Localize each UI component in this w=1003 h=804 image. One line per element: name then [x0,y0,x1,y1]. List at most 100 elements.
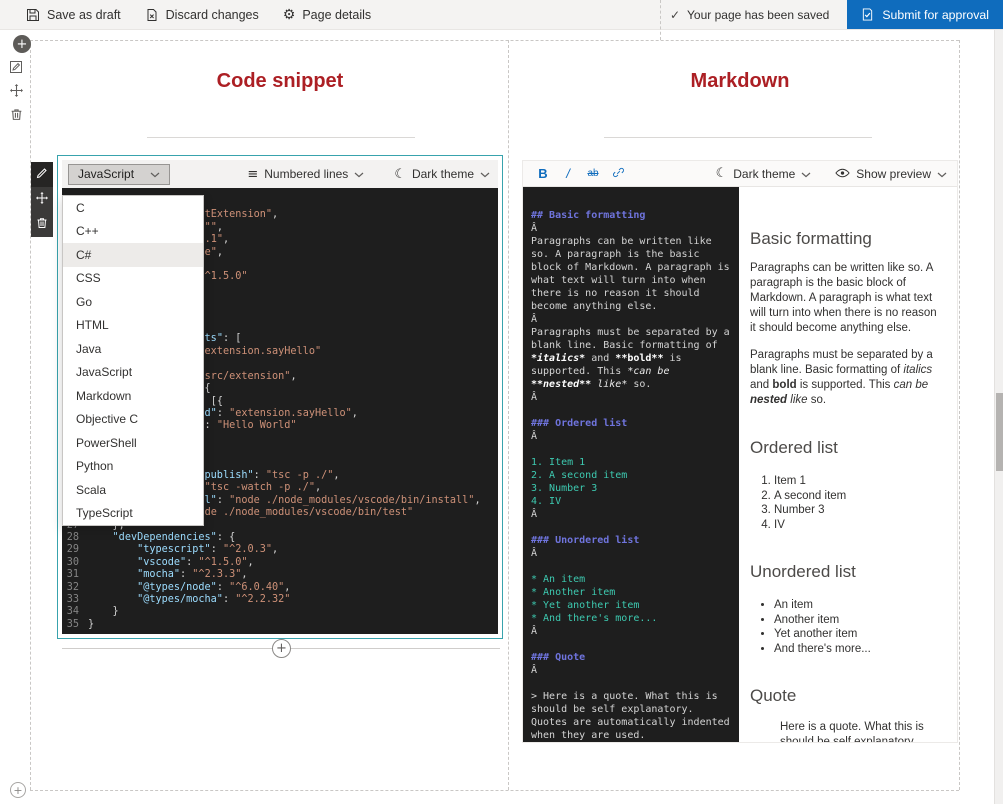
trash-icon [36,217,48,232]
markdown-source-line: ### Unordered list [531,534,731,547]
hyperlink-button[interactable] [608,164,628,184]
preview-list-item: And there's more... [774,642,945,657]
markdown-source-line: 1. Item 1 [531,456,731,469]
save-as-draft-label: Save as draft [47,8,121,22]
markdown-source-line: Â [531,430,731,443]
markdown-source-line [531,560,731,573]
language-option-html[interactable]: HTML [63,314,203,338]
line-numbers-dropdown[interactable]: ≡ Numbered lines [245,167,366,181]
plus-icon: + [17,38,28,51]
language-option-css[interactable]: CSS [63,267,203,291]
discard-changes-button[interactable]: Discard changes [133,0,271,29]
language-option-javascript[interactable]: JavaScript [63,361,203,385]
code-line: 35} [62,619,498,631]
language-option-c[interactable]: C [63,196,203,220]
show-preview-label: Show preview [856,167,931,181]
chevron-down-icon [937,167,947,181]
markdown-source-line: Â [531,625,731,638]
show-preview-dropdown[interactable]: Show preview [835,167,947,181]
delete-section-button[interactable] [5,105,27,127]
line-number: 29 [62,544,88,556]
command-bar: Save as draft Discard changes ⚙ Page det… [0,0,1003,30]
markdown-source-line: 2. A second item [531,469,731,482]
code-text: "typescript": "^2.0.3", [88,544,278,556]
section-guide-left [30,40,31,790]
page-scrollbar [994,30,1003,804]
markdown-source-line: ### Quote [531,651,731,664]
page-details-button[interactable]: ⚙ Page details [271,0,383,29]
markdown-theme-label: Dark theme [733,167,795,181]
title-divider [604,137,872,138]
delete-webpart-button[interactable] [31,212,53,237]
edit-section-button[interactable] [5,57,27,79]
markdown-preview: Basic formattingParagraphs can be writte… [739,187,957,742]
preview-p: Paragraphs must be separated by a blank … [750,348,945,408]
edit-webpart-button[interactable] [31,162,53,187]
add-section-button-bottom[interactable]: + [10,782,26,798]
markdown-title: Markdown [522,70,958,93]
save-icon [26,8,40,22]
code-line: 32 "@types/node": "^6.0.40", [62,582,498,594]
save-status-text: Your page has been saved [687,8,829,22]
plus-icon: + [13,785,22,796]
markdown-source-line [531,638,731,651]
preview-h2: Ordered list [750,438,945,458]
preview-ol: Item 1A second itemNumber 3IV [758,474,945,532]
language-option-scala[interactable]: Scala [63,478,203,502]
webpart-toolbar [31,162,53,237]
code-text: } [88,606,119,618]
language-option-objective-c[interactable]: Objective C [63,408,203,432]
language-dropdown[interactable]: JavaScript [68,164,170,185]
language-option-python[interactable]: Python [63,455,203,479]
preview-h2: Basic formatting [750,229,945,249]
markdown-source-line: * And there's more... [531,612,731,625]
approval-icon [861,8,874,21]
language-option-java[interactable]: Java [63,337,203,361]
preview-list-item: Item 1 [774,474,945,489]
language-option-markdown[interactable]: Markdown [63,384,203,408]
code-line: 31 "mocha": "^2.3.3", [62,569,498,581]
markdown-body: ## Basic formattingÂParagraphs can be wr… [523,187,957,742]
gear-icon: ⚙ [283,8,296,22]
preview-h2: Quote [750,686,945,706]
line-number: 34 [62,606,88,618]
move-webpart-button[interactable] [31,187,53,212]
section-guide-top [30,40,959,41]
code-text: "mocha": "^2.3.3", [88,569,248,581]
move-section-button[interactable] [5,81,27,103]
eye-icon [835,167,850,181]
markdown-source-line: Â [531,313,731,326]
italic-button[interactable]: / [558,164,578,184]
submit-for-approval-button[interactable]: Submit for approval [847,0,1003,29]
scrollbar-thumb[interactable] [996,393,1003,471]
pencil-icon [36,167,48,182]
language-option-typescript[interactable]: TypeScript [63,502,203,526]
command-bar-right: ✓ Your page has been saved Submit for ap… [670,0,1003,29]
code-theme-label: Dark theme [412,167,474,181]
markdown-source-line: * Yet another item [531,599,731,612]
language-option-c-[interactable]: C++ [63,220,203,244]
line-number: 31 [62,569,88,581]
check-icon: ✓ [670,8,680,22]
save-as-draft-button[interactable]: Save as draft [14,0,133,29]
language-dropdown-value: JavaScript [78,167,134,181]
code-line: 28 "devDependencies": { [62,532,498,544]
language-option-go[interactable]: Go [63,290,203,314]
add-webpart-button[interactable]: + [272,639,291,658]
markdown-source-line: Paragraphs can be written like so. A par… [531,235,731,313]
markdown-editor[interactable]: ## Basic formattingÂParagraphs can be wr… [523,187,739,742]
section-guide-right [959,40,960,790]
code-theme-dropdown[interactable]: ☾ Dark theme [392,167,492,181]
markdown-theme-dropdown[interactable]: ☾ Dark theme [716,167,812,181]
markdown-source-line: Â [531,391,731,404]
bold-button[interactable]: B [533,164,553,184]
markdown-source-line: Â [531,222,731,235]
line-numbers-label: Numbered lines [264,167,348,181]
add-section-button[interactable]: + [13,35,31,53]
line-number: 33 [62,594,88,606]
markdown-source-line: Â [531,547,731,560]
language-option-c-[interactable]: C# [63,243,203,267]
markdown-toolbar: B / ab ☾ Dark theme Show preview [523,161,957,187]
language-option-powershell[interactable]: PowerShell [63,431,203,455]
strikethrough-button[interactable]: ab [583,164,603,184]
